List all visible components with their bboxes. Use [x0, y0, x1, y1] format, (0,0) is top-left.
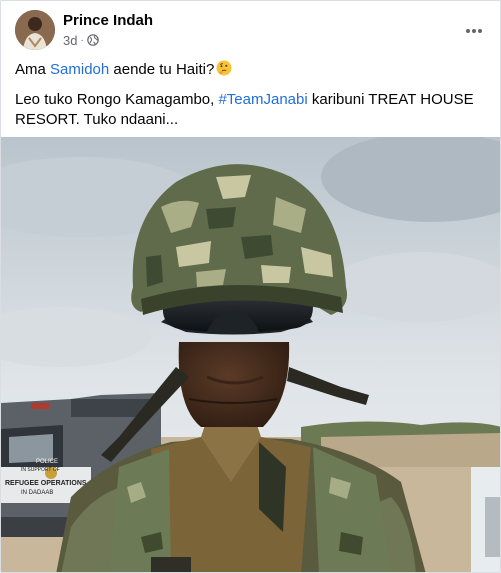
text-fragment: Leo tuko Rongo Kamagambo,: [15, 91, 219, 108]
vehicle-sign-dadaab: IN DADAAB: [21, 490, 53, 496]
meta-separator: ·: [80, 34, 84, 46]
post-text-line2: Leo tuko Rongo Kamagambo, #TeamJanabi ka…: [15, 90, 485, 110]
vehicle-sign-refugee: REFUGEE OPERATIONS: [5, 480, 87, 487]
more-dots-icon: [465, 21, 483, 39]
post-photo[interactable]: POLICE IN SUPPORT OF REFUGEE OPERATIONS …: [1, 137, 500, 572]
mention-link[interactable]: Samidoh: [50, 61, 109, 78]
text-fragment: Ama: [15, 61, 51, 78]
hashtag-link[interactable]: #TeamJanabi: [218, 91, 307, 108]
background-person: [471, 467, 500, 572]
text-fragment: aende tu Haiti?: [109, 61, 215, 78]
thinking-face-emoji: [216, 60, 232, 76]
post-meta: 3d ·: [63, 32, 99, 48]
post-text-line3: RESORT. Tuko ndaani...: [15, 111, 179, 128]
vehicle-sign-in-support: IN SUPPORT OF: [21, 467, 60, 473]
text-fragment: karibuni TREAT HOUSE: [307, 91, 474, 108]
author-name[interactable]: Prince Indah: [63, 12, 153, 29]
globe-icon: [87, 34, 99, 46]
more-options-button[interactable]: [460, 16, 488, 44]
post-time[interactable]: 3d: [63, 33, 77, 48]
post-text-line1: Ama Samidoh aende tu Haiti?: [15, 60, 485, 80]
facebook-post: Prince Indah 3d · Ama Samidoh aende tu H…: [0, 0, 501, 573]
vehicle-sign-police: POLICE: [36, 459, 58, 465]
post-text: Ama Samidoh aende tu Haiti? Leo tuko Ron…: [15, 60, 485, 130]
author-avatar[interactable]: [15, 10, 55, 50]
post-header: Prince Indah 3d ·: [15, 10, 488, 52]
